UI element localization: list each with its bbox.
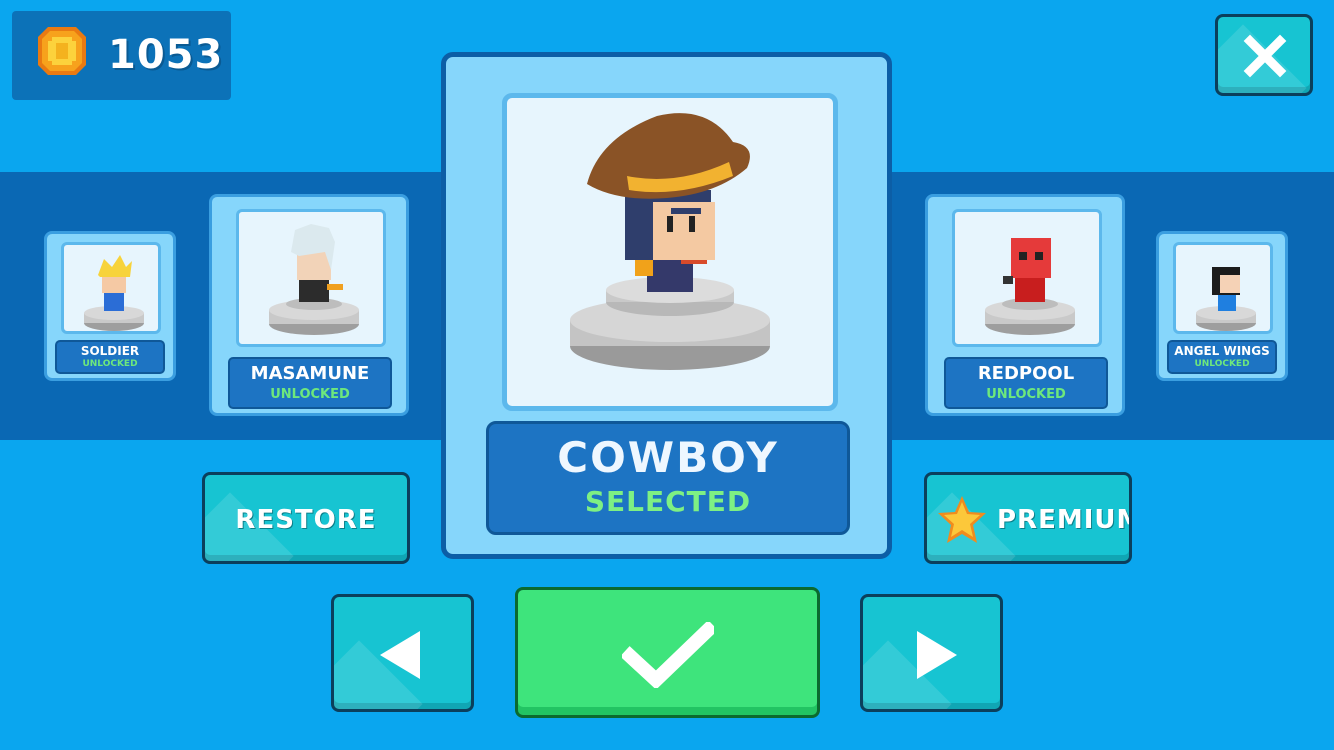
masamune-figure-icon xyxy=(269,224,359,335)
arrow-left-icon xyxy=(380,631,420,679)
character-label: ANGEL WINGS UNLOCKED xyxy=(1167,340,1277,374)
premium-button[interactable]: PREMIUM xyxy=(924,472,1132,564)
coin-count: 1053 xyxy=(108,32,224,78)
redpool-figure-icon xyxy=(985,238,1075,335)
character-status: UNLOCKED xyxy=(82,359,138,369)
coin-counter: 1053 xyxy=(12,11,231,100)
angel-wings-figure-icon xyxy=(1196,267,1256,331)
selected-character-label: COWBOY SELECTED xyxy=(486,421,850,535)
confirm-selection-button[interactable] xyxy=(515,587,820,718)
character-card-redpool[interactable]: REDPOOL UNLOCKED xyxy=(925,194,1125,416)
selected-character-name: COWBOY xyxy=(557,433,779,482)
character-status: UNLOCKED xyxy=(1194,359,1250,369)
restore-label: RESTORE xyxy=(235,505,377,535)
cowboy-figure-icon xyxy=(570,113,770,370)
selected-character-status: SELECTED xyxy=(584,485,752,518)
coin-icon xyxy=(38,27,86,75)
character-status: UNLOCKED xyxy=(986,387,1066,402)
character-card-masamune[interactable]: MASAMUNE UNLOCKED xyxy=(209,194,409,416)
close-button[interactable] xyxy=(1215,14,1313,96)
character-status: UNLOCKED xyxy=(270,387,350,402)
selected-character-card: COWBOY SELECTED xyxy=(441,52,892,559)
restore-button[interactable]: RESTORE xyxy=(202,472,410,564)
premium-label: PREMIUM xyxy=(997,505,1132,535)
checkmark-icon xyxy=(622,622,714,688)
previous-character-button[interactable] xyxy=(331,594,474,712)
character-card-soldier[interactable]: SOLDIER UNLOCKED xyxy=(44,231,176,381)
character-name: MASAMUNE xyxy=(250,363,370,384)
character-card-angel-wings[interactable]: ANGEL WINGS UNLOCKED xyxy=(1156,231,1288,381)
character-label: SOLDIER UNLOCKED xyxy=(55,340,165,374)
character-portrait xyxy=(61,242,161,334)
character-portrait xyxy=(236,209,386,347)
close-icon xyxy=(1243,34,1287,78)
character-portrait xyxy=(1173,242,1273,334)
character-portrait xyxy=(952,209,1102,347)
character-name: REDPOOL xyxy=(977,363,1075,384)
character-name: SOLDIER xyxy=(80,344,140,358)
arrow-right-icon xyxy=(917,631,957,679)
selected-character-portrait xyxy=(502,93,838,411)
character-name: ANGEL WINGS xyxy=(1174,344,1270,358)
soldier-figure-icon xyxy=(84,255,144,331)
character-label: REDPOOL UNLOCKED xyxy=(944,357,1108,409)
next-character-button[interactable] xyxy=(860,594,1003,712)
star-icon xyxy=(938,496,986,543)
character-label: MASAMUNE UNLOCKED xyxy=(228,357,392,409)
